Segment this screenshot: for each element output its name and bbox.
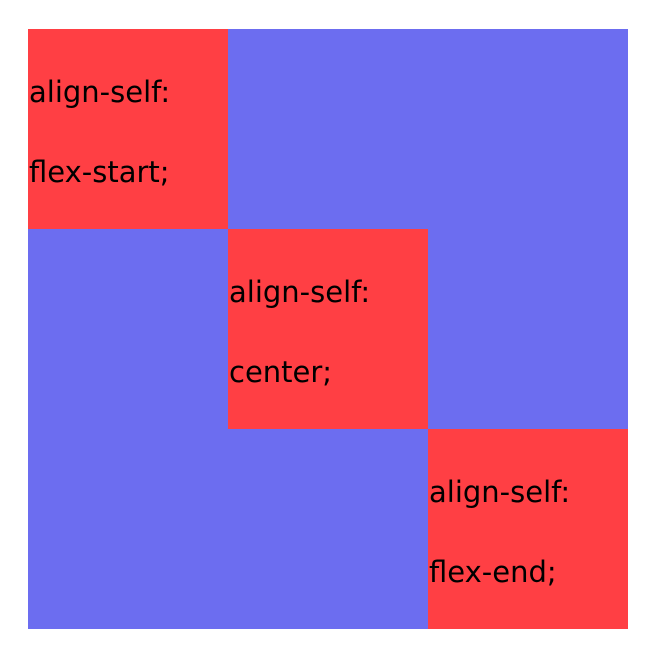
- item-label-line-1: align-self:: [429, 475, 571, 509]
- flex-item-align-self-flex-end: align-self: flex-end;: [428, 429, 628, 629]
- item-label-line-2: flex-start;: [29, 155, 170, 189]
- item-label-line-1: align-self:: [29, 75, 171, 109]
- item-label-line-2: flex-end;: [429, 555, 557, 589]
- flex-container: align-self: flex-start; align-self: cent…: [28, 29, 628, 629]
- flex-item-align-self-flex-start: align-self: flex-start;: [28, 29, 228, 229]
- item-label-line-1: align-self:: [229, 275, 371, 309]
- item-label-line-2: center;: [229, 355, 333, 389]
- flex-item-align-self-center: align-self: center;: [228, 229, 428, 429]
